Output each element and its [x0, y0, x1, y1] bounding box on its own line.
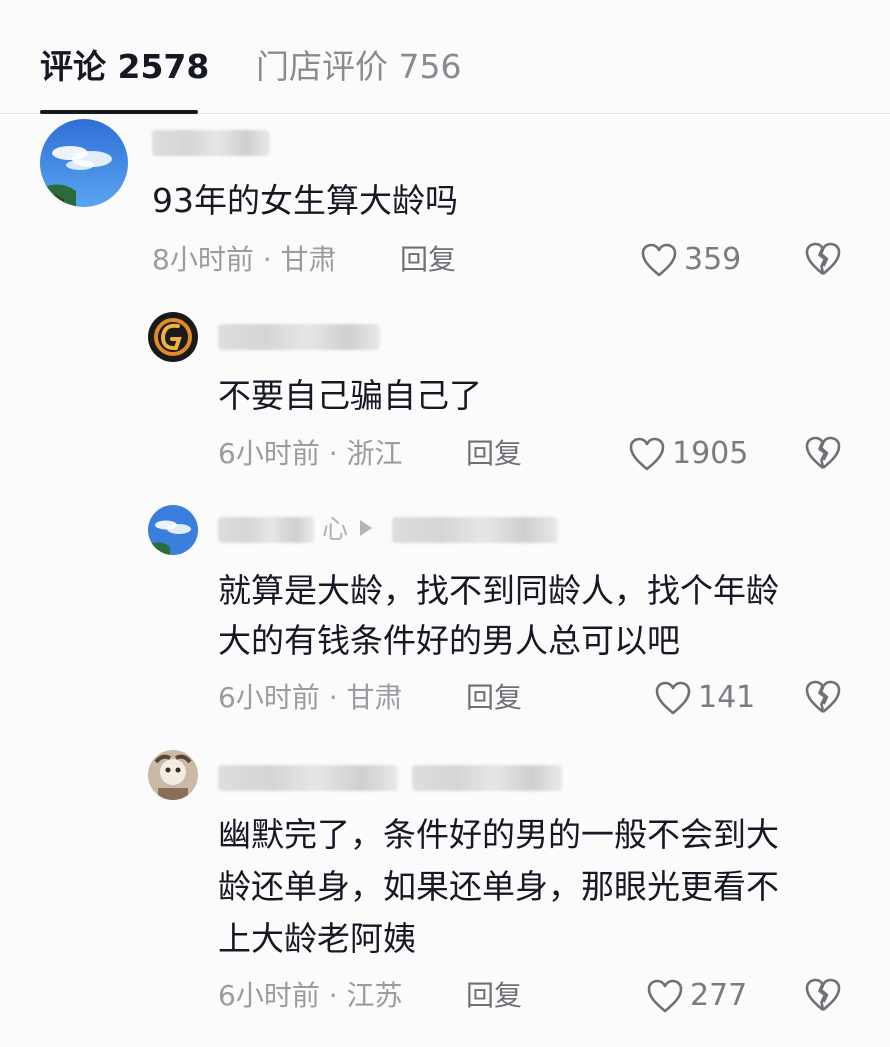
reply-text-line: 大的有钱条件好的男人总可以吧: [218, 621, 680, 660]
like-count: 359: [684, 242, 742, 277]
like-count: 277: [690, 978, 748, 1013]
avatar[interactable]: [148, 312, 198, 362]
broken-heart-icon: [805, 680, 841, 714]
reply-button[interactable]: 回复: [466, 678, 522, 718]
like-button[interactable]: 1905: [628, 434, 748, 474]
reply-button[interactable]: 回复: [466, 976, 522, 1016]
broken-heart-icon: [805, 978, 841, 1012]
like-button[interactable]: 359: [640, 240, 741, 280]
username-fragment: 心: [322, 515, 349, 545]
dislike-button[interactable]: [804, 434, 842, 472]
broken-heart-icon: [805, 436, 841, 470]
reply-text-line: 上大龄老阿姨: [218, 919, 416, 958]
reply-meta: 6小时前 · 甘肃: [218, 681, 403, 714]
heart-outline-icon: [655, 681, 691, 715]
avatar[interactable]: [148, 750, 198, 800]
username-blurred[interactable]: [412, 765, 562, 791]
comment-meta: 8小时前 · 甘肃: [152, 243, 337, 276]
tab-comments[interactable]: 评论 2578: [40, 44, 209, 90]
reply-meta: 6小时前 · 浙江: [218, 437, 403, 470]
avatar[interactable]: [40, 119, 128, 207]
heart-outline-icon: [629, 437, 665, 471]
active-tab-indicator: [40, 110, 198, 114]
reply-text-line: 龄还单身，如果还单身，那眼光更看不: [218, 867, 779, 906]
avatar[interactable]: [148, 505, 198, 555]
dislike-button[interactable]: [804, 240, 842, 278]
like-count: 141: [698, 680, 756, 715]
like-button[interactable]: 277: [646, 976, 747, 1016]
reply-text-line: 就算是大龄，找不到同龄人，找个年龄: [218, 571, 779, 610]
username-blurred[interactable]: [392, 517, 558, 543]
dislike-button[interactable]: [804, 976, 842, 1014]
username-blurred[interactable]: [152, 130, 270, 156]
broken-heart-icon: [805, 242, 841, 276]
comment-tabs: 评论 2578 门店评价 756: [0, 0, 890, 114]
reply-to-arrow-icon: [360, 520, 372, 536]
reply-text: 不要自己骗自己了: [218, 376, 482, 415]
reply-button[interactable]: 回复: [400, 240, 456, 280]
heart-outline-icon: [641, 243, 677, 277]
reply-button[interactable]: 回复: [466, 434, 522, 474]
username-blurred[interactable]: [218, 324, 380, 350]
tab-store-reviews[interactable]: 门店评价 756: [256, 44, 461, 90]
username-blurred[interactable]: [218, 765, 398, 791]
username-blurred[interactable]: [218, 517, 314, 543]
heart-outline-icon: [647, 979, 683, 1013]
reply-meta: 6小时前 · 江苏: [218, 979, 403, 1012]
comment-text: 93年的女生算大龄吗: [152, 181, 458, 220]
like-button[interactable]: 141: [654, 678, 755, 718]
like-count: 1905: [672, 436, 749, 471]
reply-text-line: 幽默完了，条件好的男的一般不会到大: [218, 815, 779, 854]
dislike-button[interactable]: [804, 678, 842, 716]
